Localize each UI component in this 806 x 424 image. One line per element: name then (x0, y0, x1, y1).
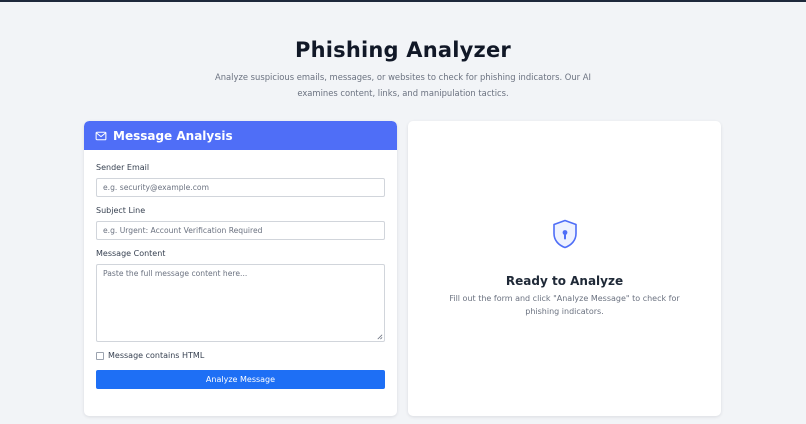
sender-email-label: Sender Email (96, 163, 150, 172)
shield-lock-icon (553, 219, 577, 249)
analyze-message-button[interactable]: Analyze Message (96, 370, 385, 389)
page-subtitle: Analyze suspicious emails, messages, or … (215, 72, 591, 98)
html-checkbox[interactable] (96, 351, 104, 360)
result-title: Ready to Analyze (505, 274, 624, 288)
page-title: Phishing Analyzer (295, 38, 511, 62)
subject-line-input[interactable] (96, 221, 385, 240)
html-checkbox-row[interactable]: Message contains HTML (96, 351, 204, 360)
result-card: Ready to Analyze Fill out the form and c… (408, 121, 721, 416)
envelope-icon (95, 131, 107, 140)
form-header: Message Analysis (84, 121, 397, 150)
resize-handle-icon[interactable] (376, 333, 383, 340)
message-content-label: Message Content (96, 249, 166, 258)
sender-email-input[interactable] (96, 178, 385, 197)
form-title: Message Analysis (113, 128, 233, 143)
message-analysis-card: Message Analysis Sender Email Subject Li… (84, 121, 397, 416)
result-description: Fill out the form and click "Analyze Mes… (449, 294, 680, 316)
message-content-textarea[interactable] (96, 264, 385, 342)
top-bar (0, 0, 806, 2)
subject-line-label: Subject Line (96, 206, 146, 215)
html-checkbox-label[interactable]: Message contains HTML (108, 351, 204, 360)
